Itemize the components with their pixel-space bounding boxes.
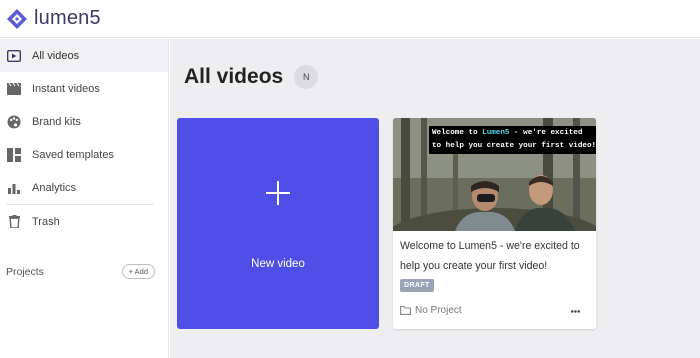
project-row[interactable]: No Project — [400, 305, 462, 316]
trash-icon — [7, 215, 21, 229]
sidebar-item-instant-videos[interactable]: Instant videos — [0, 72, 168, 105]
sidebar-item-all-videos[interactable]: All videos — [0, 39, 168, 72]
add-project-button[interactable]: + Add — [121, 264, 155, 279]
sidebar-item-label: Analytics — [32, 181, 77, 194]
lumen5-logo-icon[interactable] — [6, 8, 28, 30]
sidebar-item-label: All videos — [32, 49, 80, 62]
status-badge: DRAFT — [400, 279, 434, 292]
project-name: No Project — [415, 305, 462, 316]
new-video-button[interactable]: New video — [177, 118, 379, 329]
templates-icon — [7, 147, 21, 162]
caption-line-1: Welcome to Lumen5 - we're excited — [432, 129, 583, 137]
sidebar-item-trash[interactable]: Trash — [0, 205, 168, 238]
caption-line-2: to help you create your first video! — [432, 142, 596, 150]
title-row: All videos N — [184, 65, 319, 89]
plus-icon — [266, 181, 290, 205]
new-video-label: New video — [251, 258, 305, 270]
bar-chart-icon — [7, 181, 21, 195]
caption-brand: Lumen5 — [482, 129, 510, 137]
sidebar-item-label: Saved templates — [32, 148, 114, 161]
page-title: All videos — [184, 65, 284, 88]
clapperboard-icon — [7, 82, 21, 96]
sidebar-item-brand-kits[interactable]: Brand kits — [0, 105, 168, 138]
main-content: All videos N New video Welcome to Lumen5… — [170, 39, 700, 358]
video-description[interactable]: Welcome to Lumen5 - we're excited to hel… — [400, 236, 590, 276]
projects-section: Projects + Add — [6, 264, 155, 279]
sidebar-item-label: Brand kits — [32, 115, 81, 128]
avatar[interactable]: N — [294, 65, 319, 89]
sidebar-item-label: Trash — [32, 215, 60, 228]
video-card[interactable]: Welcome to Lumen5 - we're excited to hel… — [393, 118, 596, 329]
sidebar-item-saved-templates[interactable]: Saved templates — [0, 138, 168, 171]
top-bar: lumen5 — [0, 0, 700, 38]
ellipsis-icon — [571, 310, 580, 313]
video-caption: Welcome to Lumen5 - we're excited to hel… — [429, 126, 596, 154]
folder-icon — [400, 306, 411, 315]
sidebar: All videos Instant videos Brand kits Sav… — [0, 39, 169, 358]
projects-label: Projects — [6, 265, 44, 278]
sidebar-item-label: Instant videos — [32, 82, 100, 95]
sidebar-item-analytics[interactable]: Analytics — [0, 171, 168, 204]
brand-name[interactable]: lumen5 — [34, 7, 101, 30]
video-thumbnail[interactable]: Welcome to Lumen5 - we're excited to hel… — [393, 118, 596, 231]
more-options-button[interactable] — [571, 306, 580, 313]
play-window-icon — [7, 49, 21, 63]
palette-icon — [7, 115, 21, 129]
